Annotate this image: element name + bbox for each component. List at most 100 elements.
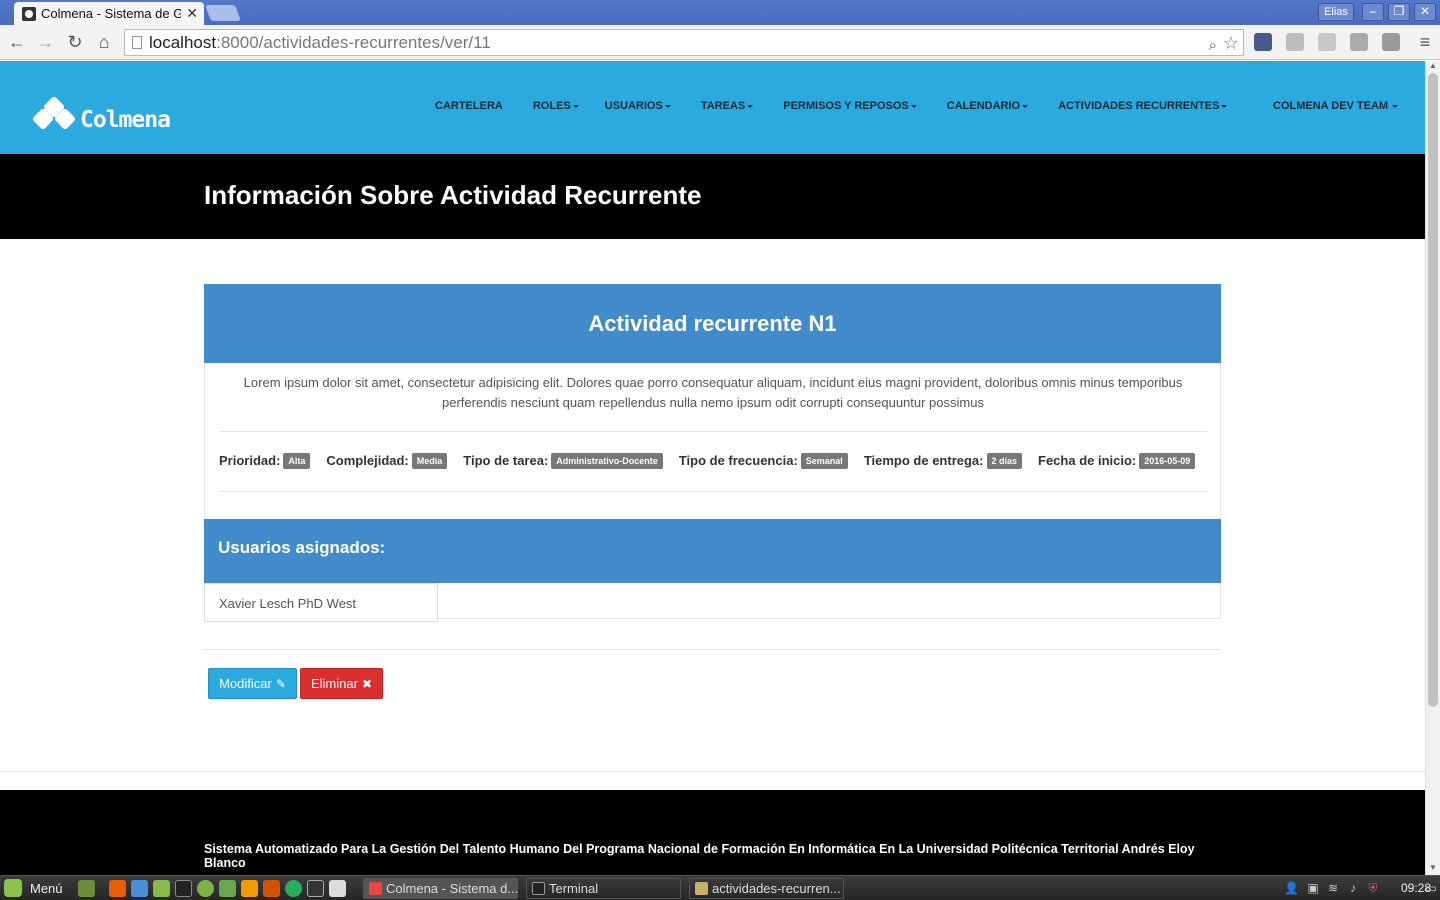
menu-permisos-y-reposos[interactable]: PERMISOS Y REPOSOS: [783, 100, 917, 112]
activity-description: Lorem ipsum dolor sit amet, consectetur …: [243, 375, 1183, 410]
files-icon[interactable]: [153, 880, 170, 897]
site-footer: Sistema Automatizado Para La Gestión Del…: [0, 790, 1425, 875]
property-label: Tipo de frecuencia:: [678, 452, 798, 468]
property-badge: 2016-05-09: [1139, 453, 1196, 469]
url-host: localhost: [149, 33, 217, 52]
main-menu: CARTELERA ROLES USUARIOS TAREAS PERMISOS…: [435, 100, 1228, 112]
task-files-window[interactable]: actividades-recurren...: [689, 878, 844, 899]
window-close-icon[interactable]: ✕: [1414, 3, 1436, 21]
volume-icon[interactable]: ♪: [1346, 881, 1360, 895]
chrome-menu-icon[interactable]: ≡: [1414, 31, 1436, 53]
browser-tab[interactable]: Colmena - Sistema de Ge ✕: [14, 2, 204, 25]
page-scrollbar[interactable]: ▲ ▼: [1425, 61, 1440, 875]
activity-panel-heading: Actividad recurrente N1: [204, 284, 1221, 363]
reload-icon[interactable]: ↻: [64, 31, 86, 53]
home-icon[interactable]: ⌂: [93, 31, 115, 53]
show-desktop-icon[interactable]: [78, 880, 95, 897]
property-prioridad: Prioridad: Alta: [219, 451, 311, 469]
start-menu-button[interactable]: Menú: [4, 879, 63, 897]
assigned-user-item: Xavier Lesch PhD West: [204, 583, 438, 622]
new-tab-button[interactable]: [205, 5, 241, 21]
menu-tareas[interactable]: TAREAS: [701, 100, 754, 112]
logo-text: Colmena: [80, 107, 171, 133]
task-label: Colmena - Sistema d...: [386, 881, 518, 896]
user-icon[interactable]: 👤: [1284, 881, 1299, 895]
menu-team[interactable]: COLMENA DEV TEAM: [1273, 100, 1399, 112]
settings-launcher-icon[interactable]: [241, 880, 258, 897]
minimize-icon[interactable]: –: [1362, 3, 1384, 21]
tab-close-icon[interactable]: ✕: [186, 5, 198, 22]
colmena-launcher-icon[interactable]: [329, 880, 346, 897]
url-path: :8000/actividades-recurrentes/ver/11: [216, 33, 491, 52]
property-label: Fecha de inicio:: [1038, 452, 1137, 468]
chrome-launcher-icon[interactable]: [131, 880, 148, 897]
menu-calendario[interactable]: CALENDARIO: [947, 100, 1029, 112]
caret-down-icon: [1221, 104, 1228, 108]
menu-roles[interactable]: ROLES: [533, 100, 579, 112]
address-bar[interactable]: localhost:8000/actividades-recurrentes/v…: [124, 29, 1244, 56]
property-badge: 2 días: [986, 453, 1023, 469]
page-title: Información Sobre Actividad Recurrente: [204, 180, 702, 210]
caret-down-icon: [664, 104, 671, 108]
menu-actividades-recurrentes[interactable]: ACTIVIDADES RECURRENTES: [1058, 100, 1228, 112]
extension-icon[interactable]: [1350, 33, 1368, 51]
back-icon[interactable]: ←: [6, 31, 28, 53]
property-badge: Semanal: [800, 453, 848, 469]
assigned-users-heading: Usuarios asignados:: [204, 519, 1221, 583]
shield-icon[interactable]: ⛨: [1366, 881, 1380, 895]
zoom-icon[interactable]: ⌕: [1209, 33, 1217, 58]
extension-icon[interactable]: [1254, 33, 1272, 51]
app-launcher-icon[interactable]: [219, 880, 236, 897]
chrome-icon: [369, 882, 382, 895]
caret-down-icon: [572, 104, 579, 108]
scroll-up-icon[interactable]: ▲: [1429, 61, 1437, 70]
restore-icon[interactable]: ❐: [1388, 3, 1410, 21]
terminal-icon: [532, 882, 545, 895]
task-label: Terminal: [549, 881, 599, 896]
task-label: actividades-recurren...: [712, 881, 841, 896]
property-tipo-de-tarea: Tipo de tarea: Administrativo-Docente: [463, 451, 663, 469]
pencil-icon: ✎: [275, 676, 286, 691]
delete-button[interactable]: Eliminar ✖: [300, 668, 383, 699]
caret-down-icon: [910, 104, 917, 108]
wifi-icon[interactable]: ≋: [1326, 881, 1340, 895]
task-chrome-window[interactable]: Colmena - Sistema d...: [363, 878, 518, 899]
window-user-badge[interactable]: Elias: [1318, 3, 1354, 21]
firefox-icon[interactable]: [109, 880, 126, 897]
tab-title: Colmena - Sistema de Ge: [41, 6, 181, 21]
notification-icon[interactable]: ▭: [1424, 881, 1438, 895]
forward-icon[interactable]: →: [34, 31, 56, 53]
app-launcher-icon[interactable]: [197, 880, 214, 897]
extension-icon[interactable]: [1318, 33, 1336, 51]
modify-button[interactable]: Modificar ✎: [208, 668, 297, 699]
divider: [204, 649, 1221, 650]
folder-icon: [695, 882, 708, 895]
site-logo[interactable]: Colmena: [31, 95, 171, 137]
menu-cartelera[interactable]: CARTELERA: [435, 100, 503, 112]
extension-icon[interactable]: [1382, 33, 1400, 51]
scroll-down-icon[interactable]: ▼: [1429, 863, 1437, 872]
clipboard-icon[interactable]: ▣: [1306, 881, 1320, 895]
footer-text: Sistema Automatizado Para La Gestión Del…: [204, 842, 1195, 870]
browser-tabbar: Colmena - Sistema de Ge ✕ Elias – ❐ ✕: [0, 0, 1440, 25]
app-launcher-icon[interactable]: [263, 880, 280, 897]
menu-usuarios[interactable]: USUARIOS: [605, 100, 671, 112]
modify-button-label: Modificar: [219, 676, 272, 691]
property-label: Tipo de tarea:: [463, 452, 549, 468]
app-launcher-icon[interactable]: [285, 880, 302, 897]
property-fecha-de-inicio: Fecha de inicio: 2016-05-09: [1038, 451, 1196, 469]
property-badge: Alta: [283, 453, 311, 469]
monitor-launcher-icon[interactable]: [307, 880, 324, 897]
task-terminal-window[interactable]: Terminal: [526, 878, 681, 899]
caret-down-icon: [1022, 104, 1029, 108]
property-label: Complejidad:: [326, 452, 409, 468]
terminal-launcher-icon[interactable]: [175, 880, 192, 897]
scroll-thumb[interactable]: [1428, 73, 1438, 707]
page-icon: [132, 36, 142, 49]
assigned-users-title: Usuarios asignados:: [218, 538, 386, 557]
property-complejidad: Complejidad: Media: [326, 451, 448, 469]
team-menu: COLMENA DEV TEAM: [1273, 100, 1399, 112]
bookmark-star-icon[interactable]: ☆: [1223, 31, 1239, 56]
property-tipo-de-frecuencia: Tipo de frecuencia: Semanal: [679, 451, 848, 469]
extension-icon[interactable]: [1286, 33, 1304, 51]
